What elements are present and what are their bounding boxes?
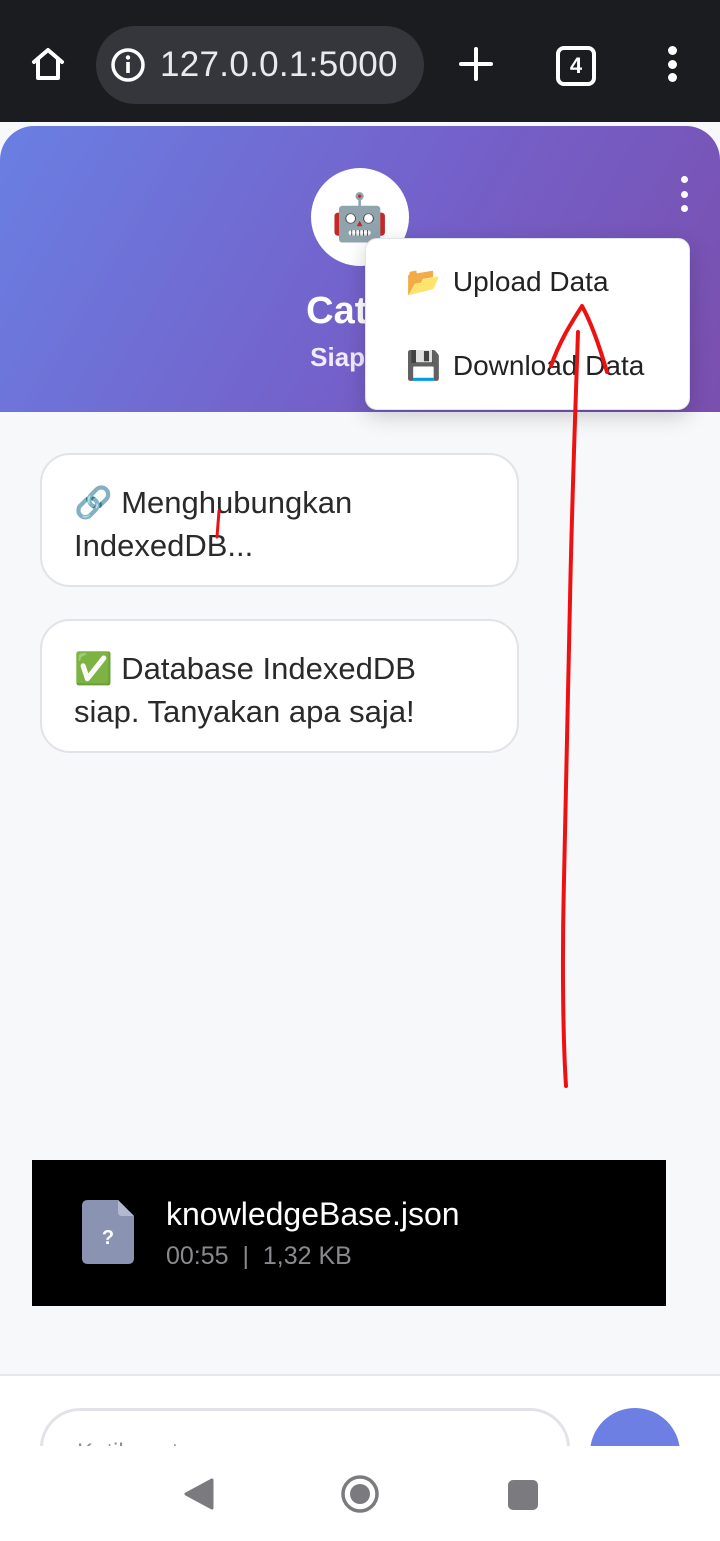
file-name: knowledgeBase.json — [166, 1196, 460, 1232]
svg-text:?: ? — [102, 1227, 114, 1249]
url-text[interactable]: 127.0.0.1:5000 — [160, 45, 398, 85]
upload-data-label: Upload Data — [452, 265, 609, 297]
upload-data-item[interactable]: 📂 Upload Data — [406, 265, 609, 298]
back-icon[interactable] — [182, 1476, 216, 1512]
tab-count: 4 — [569, 53, 583, 78]
system-nav-bar — [0, 1446, 720, 1541]
download-data-item[interactable]: 💾 Download Data — [406, 349, 644, 382]
download-data-label: Download Data — [452, 349, 645, 381]
chat-input[interactable]: Ketik pertanyaan... — [40, 1408, 570, 1450]
overflow-menu-icon[interactable] — [652, 40, 692, 88]
file-time: 00:55 — [166, 1242, 229, 1270]
kebab-menu-icon[interactable] — [672, 176, 696, 212]
annotation-arrow-shaft — [560, 330, 580, 1088]
address-bar[interactable]: 127.0.0.1:5000 — [96, 26, 424, 104]
browser-toolbar: 127.0.0.1:5000 4 — [0, 0, 720, 122]
plus-icon[interactable] — [452, 40, 500, 88]
file-meta: 00:55 | 1,32 KB — [166, 1242, 352, 1271]
floppy-disk-icon: 💾 — [406, 350, 441, 381]
download-notification[interactable]: ? knowledgeBase.json 00:55 | 1,32 KB — [32, 1160, 666, 1306]
send-button[interactable] — [590, 1408, 680, 1450]
folder-icon: 📂 — [406, 266, 441, 297]
home-icon[interactable] — [22, 38, 74, 90]
info-icon[interactable] — [110, 47, 146, 83]
robot-icon: 🤖 — [331, 190, 389, 243]
chat-input-area: Ketik pertanyaan... — [0, 1374, 720, 1450]
bot-message: 🔗 Menghubungkan IndexedDB... — [40, 453, 519, 587]
tab-switcher-icon[interactable]: 4 — [556, 46, 596, 86]
file-unknown-icon: ? — [82, 1200, 134, 1264]
file-size: 1,32 KB — [262, 1242, 352, 1270]
options-dropdown: 📂 Upload Data 💾 Download Data — [365, 238, 690, 410]
screen: 127.0.0.1:5000 4 🤖 Catbo Siap me 📂 Uploa… — [0, 0, 720, 1541]
recents-icon[interactable] — [508, 1480, 538, 1510]
meta-separator: | — [235, 1242, 256, 1270]
home-circle-icon[interactable] — [340, 1474, 380, 1514]
bot-message: ✅ Database IndexedDB siap. Tanyakan apa … — [40, 619, 519, 753]
